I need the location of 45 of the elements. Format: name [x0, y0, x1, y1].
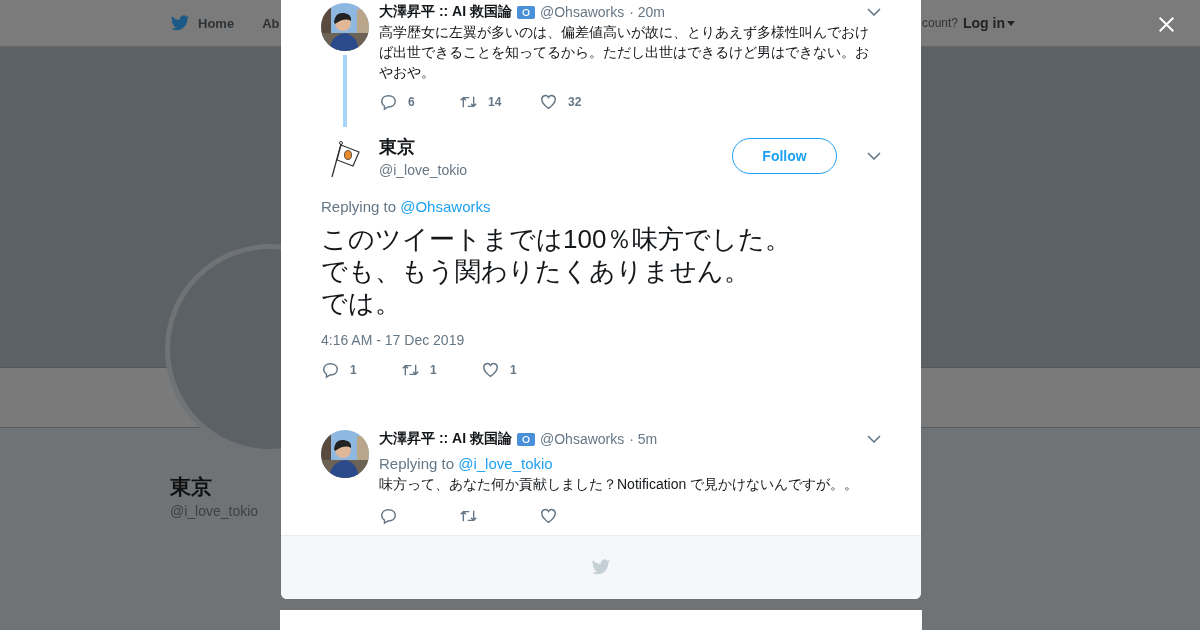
heart-icon[interactable] — [481, 361, 500, 379]
nav-link[interactable]: Home — [170, 14, 235, 32]
mention-link[interactable]: @Ohsaworks — [400, 198, 491, 215]
chevron-icon[interactable] — [867, 8, 881, 16]
replying-label: Replying to — [321, 198, 397, 215]
user-handle[interactable]: @Ohsaworks — [540, 431, 625, 447]
profile-name: 東京 — [170, 474, 212, 500]
like-count: 1 — [510, 363, 517, 377]
close-icon[interactable] — [1158, 16, 1175, 33]
reply-icon[interactable] — [321, 361, 340, 379]
heart-icon[interactable] — [539, 507, 558, 525]
user-name[interactable]: 東京 — [379, 134, 468, 159]
tweet-text: 高学歴女に左翼が多いのは、偏差値高いが故に、とりあえず多様性叫んでおけば出世できることを知ってるから。ただし出世はできるけど男はできない。おやおや。 — [379, 23, 870, 82]
like-count: 32 — [568, 95, 582, 109]
flag-icon — [517, 432, 535, 446]
reply-icon[interactable] — [379, 507, 398, 525]
follow-button[interactable]: Follow — [732, 138, 837, 174]
nav-link[interactable]: Ab — [262, 14, 280, 32]
tweet-timestamp[interactable]: 4:16 AM - 17 Dec 2019 — [321, 332, 881, 348]
tweet-text-line: では。 — [321, 287, 402, 319]
reply-count: 1 — [350, 363, 357, 377]
heart-icon[interactable] — [539, 93, 558, 111]
tweet-text: 味方って、あなた何か貢献しました？Notification で見かけないんですが。。 — [379, 475, 860, 494]
reply-icon[interactable] — [379, 93, 398, 111]
bird-icon — [170, 14, 190, 32]
user-name[interactable]: 大澤昇平 :: AI 救国論 — [379, 430, 512, 448]
replying-label: Replying to — [379, 455, 455, 472]
user-handle[interactable]: @i_love_tokio — [379, 161, 468, 178]
mention-link[interactable]: @i_love_tokio — [458, 455, 553, 472]
caret-icon — [1007, 20, 1015, 26]
retweet-count: 14 — [488, 95, 502, 109]
reply-count: 6 — [408, 95, 415, 109]
user-handle[interactable]: @Ohsaworks — [540, 4, 625, 20]
flag-icon — [517, 5, 535, 19]
tweet-text-line: このツイートまでは100％味方でした。 — [321, 223, 793, 255]
tweet-text-line: でも、もう関わりたくありません。 — [321, 255, 751, 287]
bird-icon — [591, 559, 611, 576]
user-name[interactable]: 大澤昇平 :: AI 救国論 — [379, 3, 512, 21]
retweet-count: 1 — [430, 363, 437, 377]
chevron-icon[interactable] — [867, 152, 881, 160]
tweet-time[interactable]: · 5m — [629, 431, 658, 447]
tweet-time[interactable]: · 20m — [629, 4, 666, 20]
account-prompt: count? — [921, 16, 958, 30]
login-link[interactable]: Log in — [963, 15, 1015, 31]
chevron-icon[interactable] — [867, 435, 881, 443]
